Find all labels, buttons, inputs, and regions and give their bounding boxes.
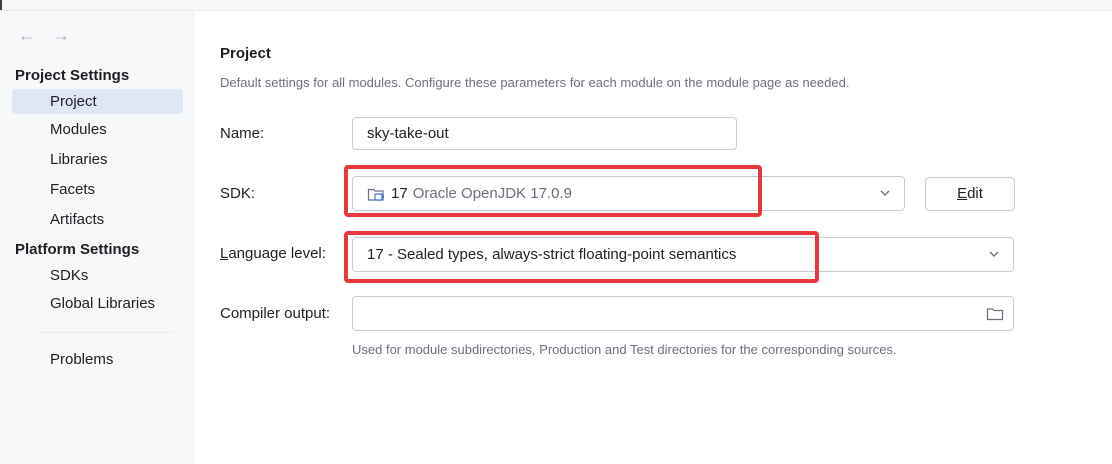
forward-arrow-icon[interactable]: → [52,25,74,46]
edit-mnemonic: E [957,185,968,202]
page-title: Project [220,45,271,62]
sidebar: ← → Project Settings Project Modules Libr… [0,11,194,464]
edit-label-rest: dit [967,185,983,202]
compiler-output-label: Compiler output: [220,305,331,322]
sidebar-item-label: Facets [50,181,96,198]
sdk-name: Oracle OpenJDK 17.0.9 [412,185,572,202]
window-top-strip [0,0,1112,11]
back-arrow-icon[interactable]: ← [18,25,40,46]
language-level-dropdown[interactable]: 17 - Sealed types, always-strict floatin… [352,237,1014,272]
sidebar-item-libraries[interactable]: Libraries [12,147,183,172]
sidebar-item-global-libraries[interactable]: Global Libraries [12,291,183,316]
sidebar-item-label: Artifacts [50,211,105,228]
name-input[interactable]: sky-take-out [352,117,737,150]
edit-sdk-button[interactable]: Edit [925,177,1015,211]
compiler-output-input[interactable] [352,296,1014,331]
sidebar-item-project[interactable]: Project [12,89,183,114]
sidebar-item-modules[interactable]: Modules [12,117,183,142]
page-description: Default settings for all modules. Config… [220,75,850,90]
sidebar-item-label: Libraries [50,151,108,168]
sidebar-item-sdks[interactable]: SDKs [12,263,183,288]
nav-arrows: ← → [18,25,86,46]
window-corner [0,0,2,10]
chevron-down-icon [989,251,999,257]
sidebar-item-label: Global Libraries [50,295,156,312]
folder-icon[interactable] [986,305,1004,323]
sidebar-item-facets[interactable]: Facets [12,177,183,202]
sdk-folder-icon [367,188,385,201]
platform-settings-title: Platform Settings [15,241,140,258]
language-level-label-rest: anguage level: [228,245,326,262]
sdk-version: 17 [391,185,408,202]
chevron-down-icon [880,190,890,196]
sidebar-item-label: Problems [50,351,114,368]
sdk-label: SDK: [220,185,256,202]
sidebar-item-label: Project [50,93,97,110]
sidebar-divider [40,332,175,333]
compiler-output-hint: Used for module subdirectories, Producti… [352,342,897,357]
project-settings-title: Project Settings [15,67,130,84]
sidebar-item-artifacts[interactable]: Artifacts [12,207,183,232]
sdk-dropdown[interactable]: 17 Oracle OpenJDK 17.0.9 [352,176,905,211]
name-label: Name: [220,125,265,142]
language-level-label: Language level: [220,245,326,262]
sidebar-item-label: SDKs [50,267,89,284]
sidebar-item-label: Modules [50,121,107,138]
sidebar-item-problems[interactable]: Problems [12,347,183,372]
language-level-value: 17 - Sealed types, always-strict floatin… [367,246,737,263]
